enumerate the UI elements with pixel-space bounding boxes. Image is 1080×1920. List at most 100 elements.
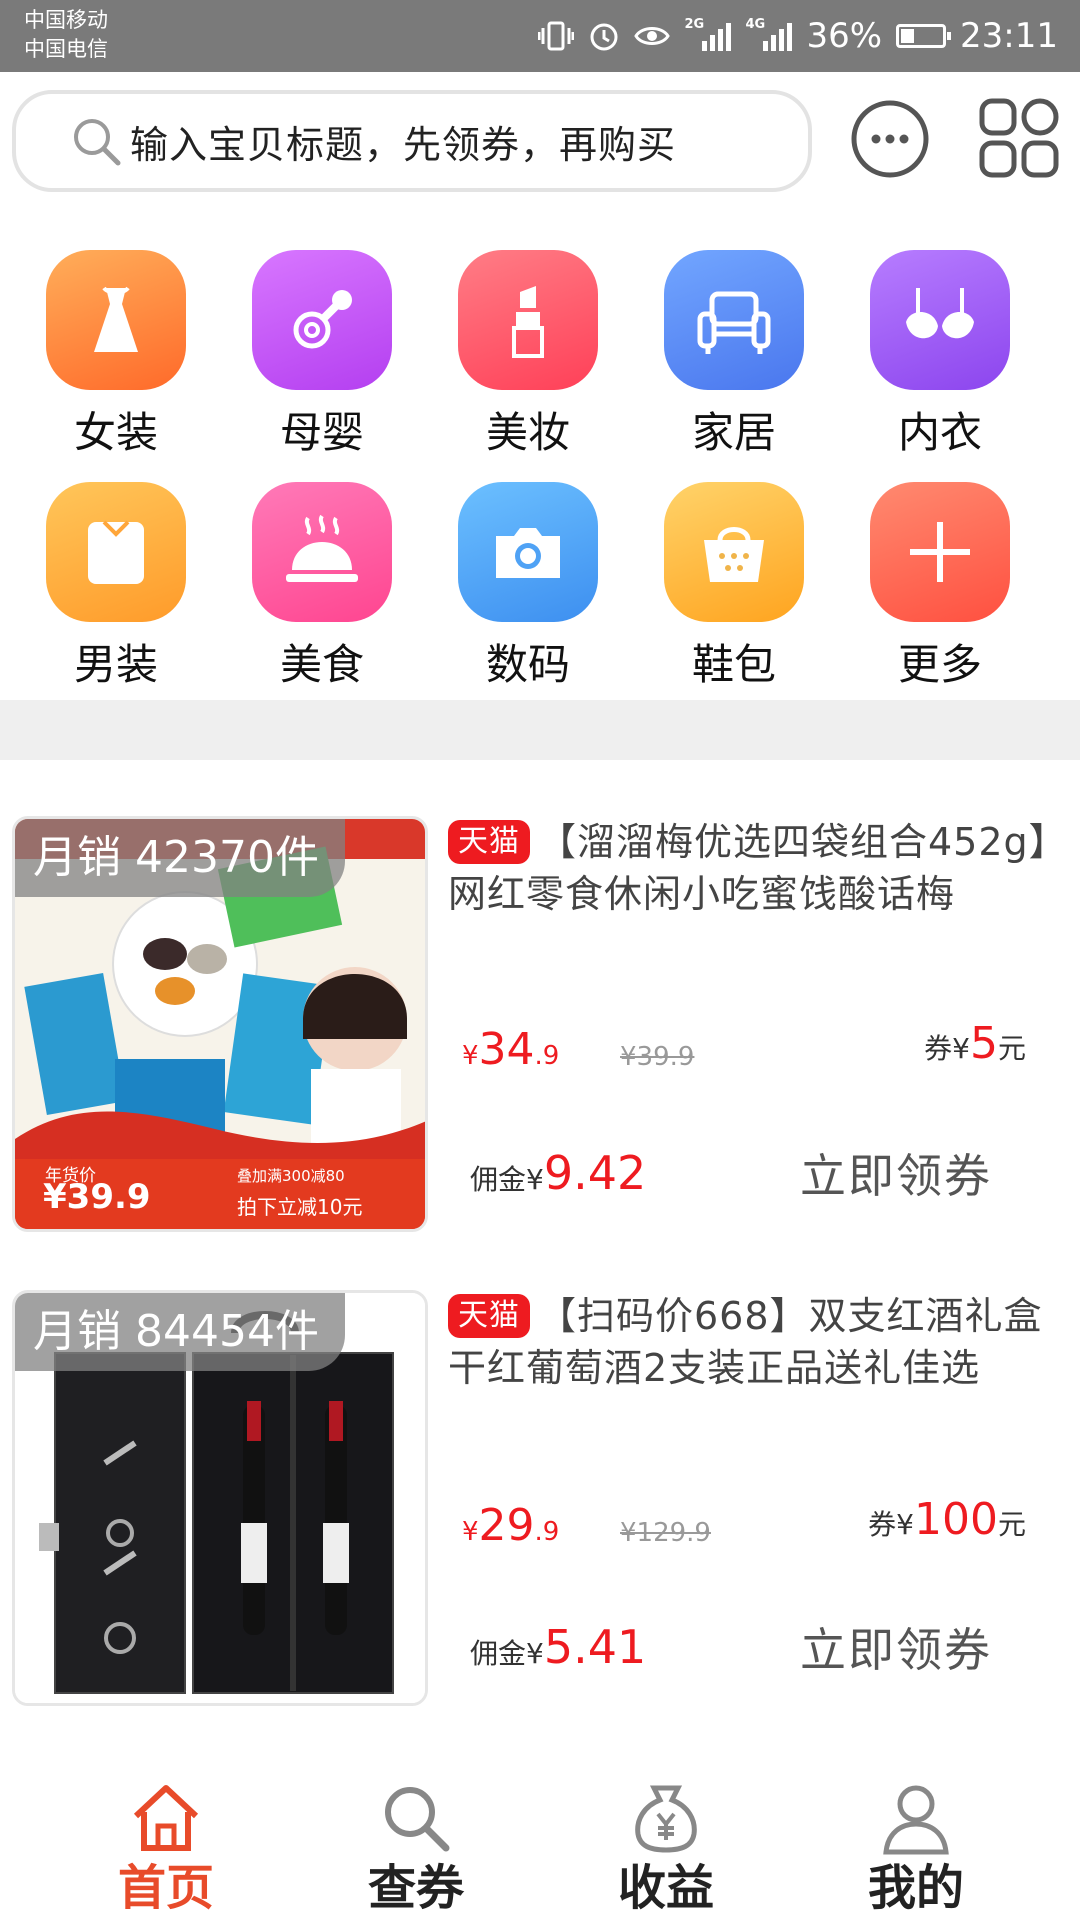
price-currency: ¥ (462, 1517, 479, 1547)
category-grid-icon[interactable] (978, 97, 1062, 181)
price-currency: ¥ (462, 1041, 479, 1071)
category-label: 数码 (485, 640, 570, 689)
price-decimal: .9 (534, 1517, 560, 1547)
coupon-suffix: 元 (997, 1032, 1026, 1065)
current-price: ¥29.9 (462, 1500, 559, 1551)
category-label: 美食 (279, 640, 364, 689)
category-label: 女装 (73, 408, 158, 457)
product-title[interactable]: 天猫 【溜溜梅优选四袋组合452g】网红零食休闲小吃蜜饯酸话梅 (448, 816, 1068, 920)
category-more[interactable]: 更多 (865, 482, 1015, 690)
coupon-amount: 5 (969, 1018, 998, 1069)
nav-label: 我的 (867, 1860, 964, 1916)
net-2g-label: 2G (684, 17, 705, 32)
product-image[interactable]: 月销 42370件 年货价 ¥39.9 叠加满300减80 拍下立减10元 (12, 816, 428, 1232)
category-bags[interactable]: 鞋包 (659, 482, 809, 690)
user-icon (883, 1785, 949, 1855)
commission: 佣金¥5.41 (470, 1620, 646, 1674)
category-label: 鞋包 (691, 640, 776, 689)
nav-label: 查券 (367, 1860, 464, 1916)
promo-line-1: 叠加满300减80 (237, 1167, 345, 1185)
message-icon[interactable] (848, 97, 932, 181)
sofa-icon (664, 250, 804, 390)
status-bar: 中国移动 中国电信 2G 4G 36% 23:11 (0, 0, 1080, 72)
food-cloche-icon (252, 482, 392, 622)
product-title-text: 【溜溜梅优选四袋组合452g】网红零食休闲小吃蜜饯酸话梅 (448, 820, 1068, 916)
nav-label: 首页 (117, 1860, 214, 1916)
commission: 佣金¥9.42 (470, 1146, 646, 1200)
bra-icon (870, 250, 1010, 390)
search-input[interactable]: 输入宝贝标题，先领券，再购买 (12, 90, 812, 192)
category-label: 母婴 (279, 408, 364, 457)
category-digital[interactable]: 数码 (453, 482, 603, 690)
category-home[interactable]: 家居 (659, 250, 809, 458)
nav-coupon-search[interactable]: 查券 (316, 1764, 516, 1916)
bottom-navigation: 首页 查券 收益 我的 (0, 1764, 1080, 1920)
promo-line-2: 拍下立减10元 (237, 1195, 363, 1219)
battery-percent: 36% (806, 16, 883, 56)
product-title-text: 【扫码价668】双支红酒礼盒干红葡萄酒2支装正品送礼佳选 (448, 1294, 1043, 1390)
category-label: 内衣 (897, 408, 982, 457)
category-food[interactable]: 美食 (247, 482, 397, 690)
signal-4g-icon: 4G (745, 17, 793, 51)
price-decimal: .9 (534, 1041, 560, 1071)
tmall-badge: 天猫 (448, 1294, 530, 1338)
vibrate-icon (538, 19, 575, 53)
search-placeholder: 输入宝贝标题，先领券，再购买 (130, 122, 677, 167)
carrier-info: 中国移动 中国电信 (24, 6, 108, 64)
commission-prefix: 佣金¥ (470, 1637, 544, 1670)
current-price: ¥34.9 (462, 1024, 559, 1075)
product-title[interactable]: 天猫 【扫码价668】双支红酒礼盒干红葡萄酒2支装正品送礼佳选 (448, 1290, 1068, 1394)
nav-profile[interactable]: 我的 (816, 1764, 1016, 1916)
coupon-prefix: 券¥ (924, 1032, 970, 1065)
coupon-value: 券¥5元 (924, 1018, 1026, 1069)
section-divider (0, 700, 1080, 760)
dress-icon (46, 250, 186, 390)
price-integer: 34 (478, 1024, 535, 1075)
category-women[interactable]: 女装 (41, 250, 191, 458)
nav-label: 收益 (617, 1860, 714, 1916)
commission-amount: 5.41 (543, 1620, 647, 1674)
search-icon (385, 1787, 450, 1852)
clock: 23:11 (960, 16, 1058, 56)
product-card[interactable]: 月销 42370件 年货价 ¥39.9 叠加满300减80 拍下立减10元 天猫… (0, 816, 1080, 1256)
original-price: ¥39.9 (620, 1042, 695, 1072)
coupon-amount: 100 (914, 1494, 998, 1545)
category-men[interactable]: 男装 (41, 482, 191, 690)
product-image[interactable]: 月销 84454件 (12, 1290, 428, 1706)
claim-coupon-button[interactable]: 立即领券 (800, 1614, 992, 1680)
search-icon (74, 119, 121, 166)
battery-icon (896, 24, 952, 48)
category-beauty[interactable]: 美妆 (453, 250, 603, 458)
product-card[interactable]: 月销 84454件 天猫 【扫码价668】双支红酒礼盒干红葡萄酒2支装正品送礼佳选… (0, 1290, 1080, 1730)
coupon-value: 券¥100元 (868, 1494, 1026, 1545)
original-price: ¥129.9 (620, 1518, 711, 1548)
net-4g-label: 4G (745, 17, 766, 32)
carrier-1: 中国移动 (24, 8, 108, 32)
monthly-sales-badge: 月销 42370件 (15, 819, 345, 897)
eye-icon (634, 22, 671, 50)
nav-earnings[interactable]: 收益 (566, 1764, 766, 1916)
signal-2g-icon: 2G (684, 17, 732, 51)
home-icon (133, 1785, 199, 1851)
commission-amount: 9.42 (543, 1146, 647, 1200)
category-label: 美妆 (485, 408, 570, 457)
handbag-icon (664, 482, 804, 622)
commission-prefix: 佣金¥ (470, 1163, 544, 1196)
claim-coupon-button[interactable]: 立即领券 (800, 1140, 992, 1206)
camera-icon (458, 482, 598, 622)
money-bag-icon (635, 1785, 697, 1853)
carrier-2: 中国电信 (24, 37, 108, 61)
category-label: 家居 (691, 408, 776, 457)
coupon-prefix: 券¥ (868, 1508, 914, 1541)
alarm-icon (588, 20, 620, 52)
shirt-icon (46, 482, 186, 622)
plus-icon (870, 482, 1010, 622)
category-baby[interactable]: 母婴 (247, 250, 397, 458)
category-lingerie[interactable]: 内衣 (865, 250, 1015, 458)
promo-year-price: ¥39.9 (43, 1177, 151, 1217)
lipstick-icon (458, 250, 598, 390)
category-label: 更多 (897, 640, 982, 689)
price-integer: 29 (478, 1500, 535, 1551)
promo-banner: 年货价 ¥39.9 叠加满300减80 拍下立减10元 (15, 1159, 425, 1229)
nav-home[interactable]: 首页 (66, 1764, 266, 1916)
